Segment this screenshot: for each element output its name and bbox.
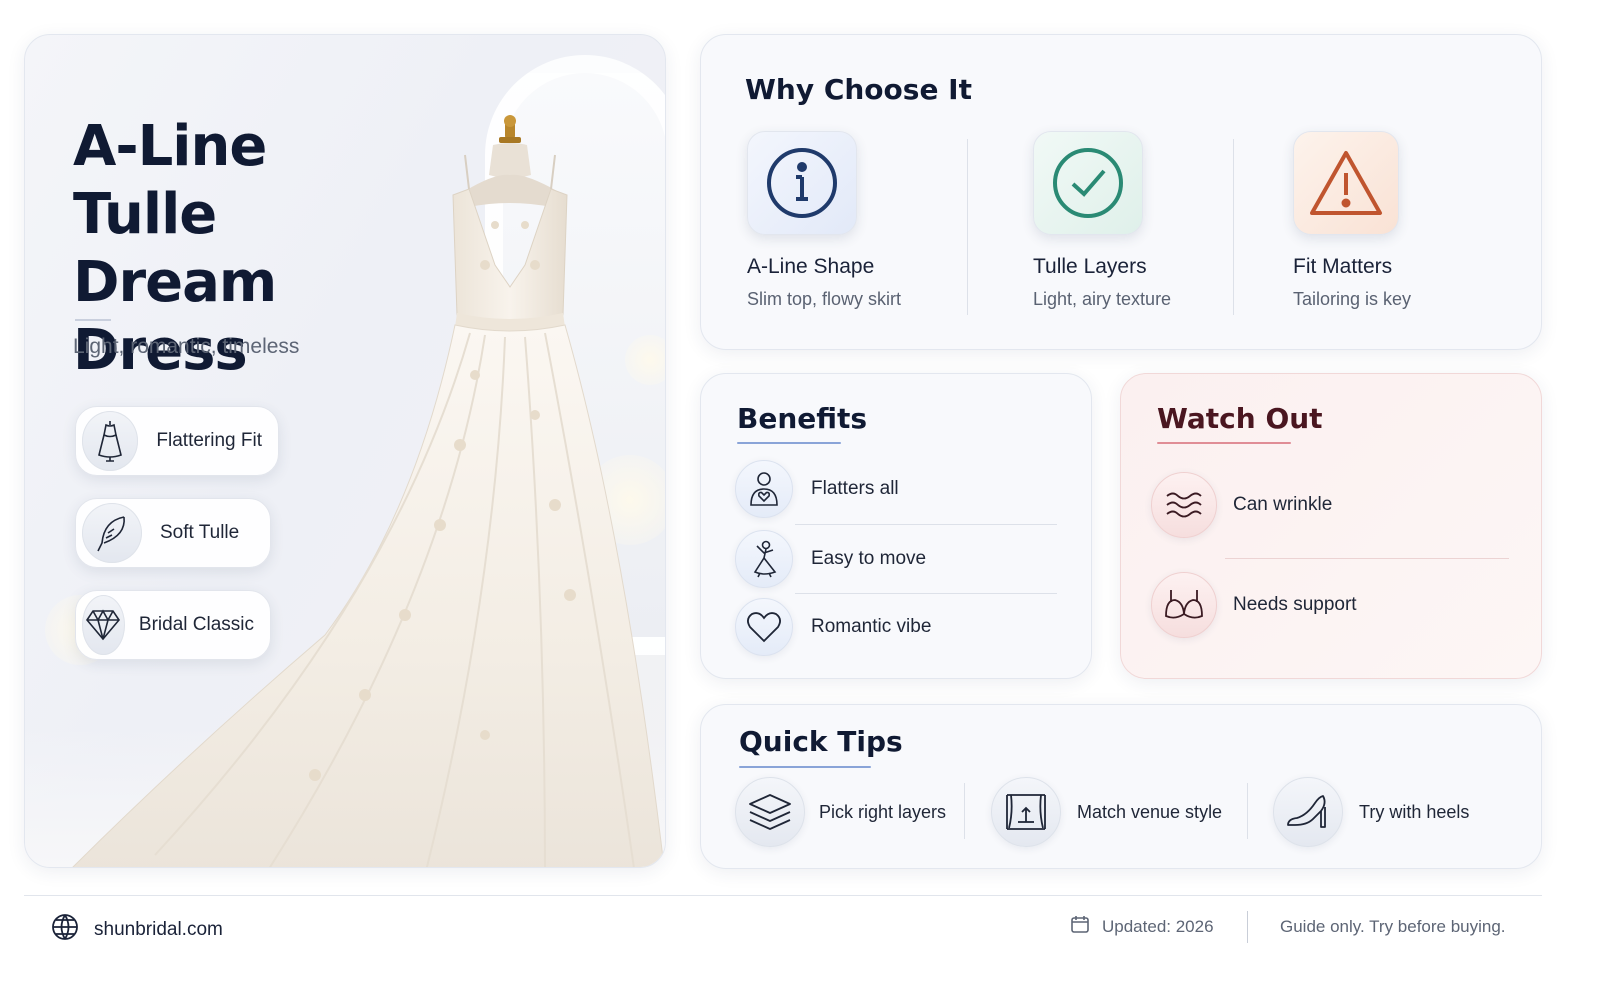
footer-site[interactable]: shunbridal.com [50,912,223,947]
benefits-card: Benefits Flatters all Easy to move Roman… [700,373,1092,679]
benefit-label: Flatters all [811,478,899,499]
footer-divider [24,895,1542,896]
tip-label: Try with heels [1359,801,1470,822]
why-item-desc: Slim top, flowy skirt [747,289,902,309]
dress-hero-card: A-Line Tulle Dream Dress Light, romantic… [24,34,666,868]
benefit-row-romantic-vibe: Romantic vibe [735,598,931,656]
heel-shoe-icon [1273,777,1343,847]
watch-label: Can wrinkle [1233,494,1333,515]
info-icon [747,131,857,235]
why-item-title: A-Line Shape [747,255,875,278]
why-title: Why Choose It [745,73,972,106]
why-item-fit-matters: Fit Matters Tailoring is key [1293,131,1533,310]
title-divider [75,319,111,321]
feature-pill-flattering-fit: Flattering Fit [75,406,279,476]
feather-icon [82,503,142,563]
benefit-row-easy-to-move: Easy to move [735,530,926,588]
why-item-title: Fit Matters [1293,255,1393,278]
warning-triangle-icon [1293,131,1399,235]
tip-label: Pick right layers [819,801,947,822]
benefit-label: Romantic vibe [811,616,932,637]
watch-row-can-wrinkle: Can wrinkle [1151,472,1332,538]
feature-label: Bridal Classic [138,614,254,635]
quick-tips-card: Quick Tips Pick right layers Match venue… [700,704,1542,869]
why-item-desc: Tailoring is key [1293,289,1412,309]
why-item-title: Tulle Layers [1033,255,1147,278]
watch-label: Needs support [1233,594,1357,615]
quick-tips-title: Quick Tips [739,725,903,758]
wrinkle-waves-icon [1151,472,1217,538]
globe-icon [50,912,80,947]
why-item-desc: Light, airy texture [1033,289,1172,309]
dress-subtitle: Light, romantic, timeless [73,335,300,358]
tip-label: Match venue style [1077,801,1223,822]
tip-row-match-venue-style: Match venue style [991,777,1222,847]
watch-out-title: Watch Out [1157,402,1323,435]
watch-row-needs-support: Needs support [1151,572,1357,638]
watch-out-card: Watch Out Can wrinkle Needs support [1120,373,1542,679]
footer-site-link[interactable]: shunbridal.com [94,919,223,941]
benefit-row-flatters-all: Flatters all [735,460,899,518]
tip-row-try-with-heels: Try with heels [1273,777,1469,847]
feature-label: Soft Tulle [160,522,240,543]
why-choose-card: Why Choose It A-Line Shape Slim top, flo… [700,34,1542,350]
venue-curtain-icon [991,777,1061,847]
bra-icon [1151,572,1217,638]
why-item-tulle-layers: Tulle Layers Light, airy texture [1033,131,1273,310]
footer-disclaimer: Guide only. Try before buying. [1280,917,1506,936]
footer-updated: Updated: 2026 [1070,914,1214,939]
person-heart-icon [735,460,793,518]
tip-row-pick-right-layers: Pick right layers [735,777,946,847]
feature-pill-soft-tulle: Soft Tulle [75,498,271,568]
feature-pill-bridal-classic: Bridal Classic [75,590,271,660]
dancer-icon [735,530,793,588]
benefits-title: Benefits [737,402,868,435]
check-circle-icon [1033,131,1143,235]
benefit-label: Easy to move [811,548,927,569]
footer-updated-text: Updated: 2026 [1102,916,1214,936]
layers-icon [735,777,805,847]
footer-separator [1247,911,1248,943]
heart-icon [735,598,793,656]
diamond-icon [82,595,125,655]
why-item-a-line-shape: A-Line Shape Slim top, flowy skirt [747,131,987,310]
dress-icon [82,411,139,471]
calendar-icon [1070,914,1090,939]
feature-label: Flattering Fit [156,430,262,451]
